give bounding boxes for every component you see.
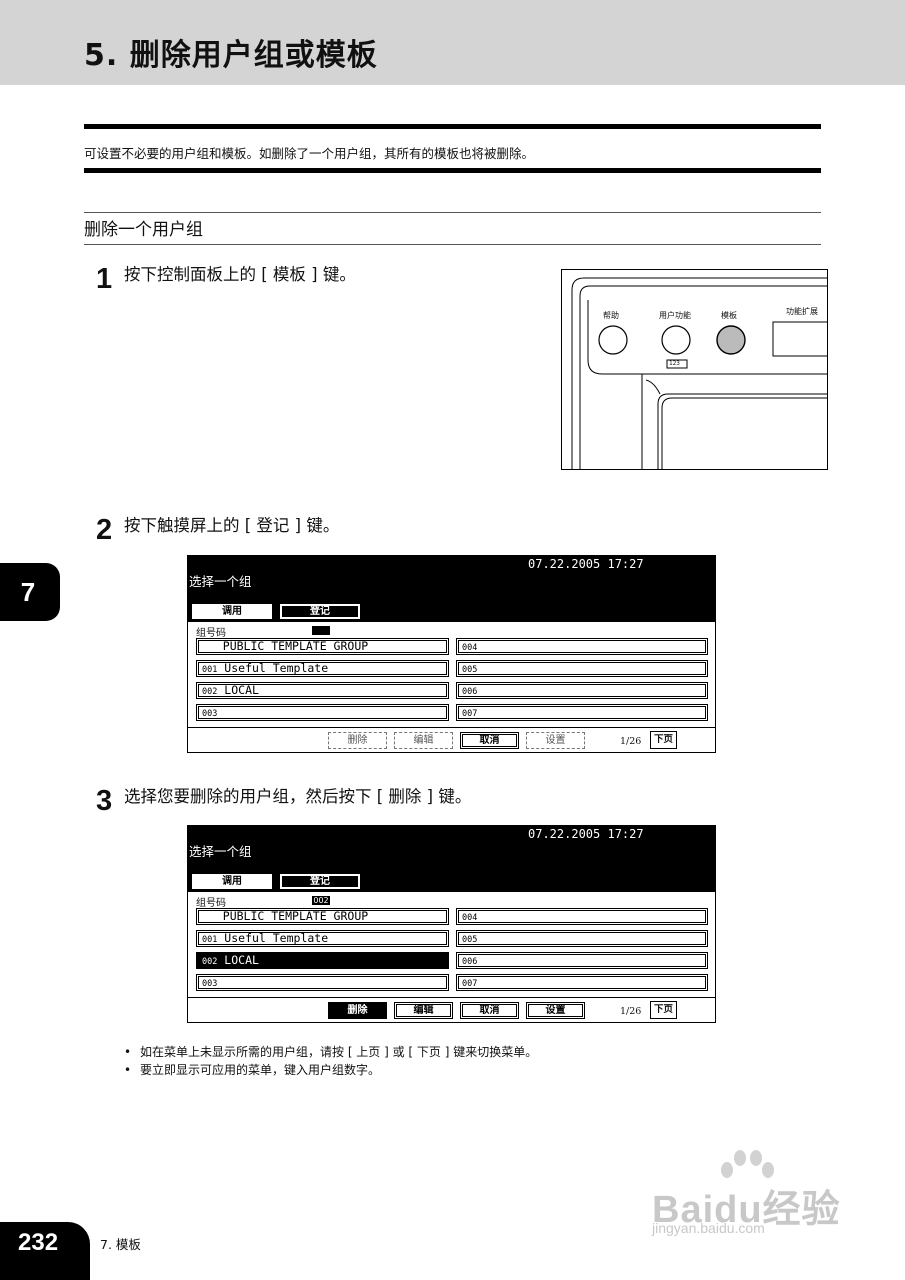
step-text: 选择您要删除的用户组，然后按下 [ 删除 ] 键。 xyxy=(124,787,472,806)
group-row[interactable]: 005 xyxy=(456,930,708,947)
group-row[interactable]: 004 xyxy=(456,908,708,925)
page-indicator: 1/26 xyxy=(620,736,642,747)
chapter-tab: 7 xyxy=(0,563,60,621)
divider xyxy=(84,212,821,213)
user-functions-key-label: 用户功能 xyxy=(659,311,691,320)
group-code-field: 002 xyxy=(312,896,330,905)
step-number: 2 xyxy=(96,514,113,546)
edit-button[interactable]: 编辑 xyxy=(394,732,453,749)
datetime: 07.22.2005 17:27 xyxy=(528,827,644,841)
group-code-field xyxy=(312,626,330,635)
group-row[interactable]: 007 xyxy=(456,704,708,721)
group-row[interactable]: 005 xyxy=(456,660,708,677)
tab-recall[interactable]: 调用 xyxy=(191,873,273,890)
group-code-label: 组号码 xyxy=(196,898,226,909)
divider xyxy=(188,727,715,728)
step-number: 1 xyxy=(96,263,113,295)
group-row[interactable]: PUBLIC TEMPLATE GROUP xyxy=(196,908,449,925)
step-text: 按下触摸屏上的 [ 登记 ] 键。 xyxy=(124,516,340,535)
divider xyxy=(84,244,821,245)
template-key-label: 模板 xyxy=(721,311,737,320)
control-panel-drawing xyxy=(571,277,827,469)
page-title: 5. 删除用户组或模板 xyxy=(84,38,378,73)
screen-title: 选择一个组 xyxy=(189,844,252,859)
group-row[interactable]: 001 Useful Template xyxy=(196,930,449,947)
group-row[interactable]: 006 xyxy=(456,682,708,699)
group-row[interactable]: 006 xyxy=(456,952,708,969)
tab-register[interactable]: 登记 xyxy=(279,603,361,620)
screen-header: 07.22.2005 17:27 选择一个组 调用 登记 xyxy=(188,826,715,892)
note-item: 如在菜单上未显示所需的用户组，请按 [ 上页 ] 或 [ 下页 ] 键来切换菜单… xyxy=(124,1043,537,1061)
set-button[interactable]: 设置 xyxy=(526,732,585,749)
page-header: 5. 删除用户组或模板 xyxy=(0,0,905,85)
next-page-button[interactable]: 下页 xyxy=(650,731,677,749)
next-page-button[interactable]: 下页 xyxy=(650,1001,677,1019)
divider xyxy=(84,124,821,129)
help-key-label: 帮助 xyxy=(603,311,619,320)
set-button[interactable]: 设置 xyxy=(526,1002,585,1019)
watermark-logo: Baidu经验 jingyan.baidu.com xyxy=(652,1150,852,1250)
delete-button[interactable]: 删除 xyxy=(328,1002,387,1019)
group-row[interactable]: 004 xyxy=(456,638,708,655)
page-number: 232 xyxy=(0,1222,90,1280)
note-item: 要立即显示可应用的菜单，键入用户组数字。 xyxy=(124,1061,537,1079)
step-text: 按下控制面板上的 [ 模板 ] 键。 xyxy=(124,265,356,284)
page-indicator: 1/26 xyxy=(620,1006,642,1017)
delete-button[interactable]: 删除 xyxy=(328,732,387,749)
touchscreen-delete: 07.22.2005 17:27 选择一个组 调用 登记 组号码 002 PUB… xyxy=(187,825,716,1023)
footer-chapter: 7. 模板 xyxy=(100,1237,141,1252)
group-row-selected[interactable]: 002 LOCAL xyxy=(196,952,449,969)
group-row[interactable]: 003 xyxy=(196,974,449,991)
section-title: 删除一个用户组 xyxy=(84,220,203,240)
divider xyxy=(84,168,821,173)
control-panel-illustration: 帮助 用户功能 123 模板 功能扩展 xyxy=(561,269,828,470)
datetime: 07.22.2005 17:27 xyxy=(528,557,644,571)
screen-title: 选择一个组 xyxy=(189,574,252,589)
intro-text: 可设置不必要的用户组和模板。如删除了一个用户组，其所有的模板也将被删除。 xyxy=(84,146,535,161)
cancel-button[interactable]: 取消 xyxy=(460,732,519,749)
group-row[interactable]: PUBLIC TEMPLATE GROUP xyxy=(196,638,449,655)
notes-list: 如在菜单上未显示所需的用户组，请按 [ 上页 ] 或 [ 下页 ] 键来切换菜单… xyxy=(124,1043,537,1079)
group-row[interactable]: 002 LOCAL xyxy=(196,682,449,699)
step-number: 3 xyxy=(96,785,113,817)
user-functions-sub-label: 123 xyxy=(669,360,680,367)
group-row[interactable]: 007 xyxy=(456,974,708,991)
group-row[interactable]: 001 Useful Template xyxy=(196,660,449,677)
group-row[interactable]: 003 xyxy=(196,704,449,721)
screen-header: 07.22.2005 17:27 选择一个组 调用 登记 xyxy=(188,556,715,622)
edit-button[interactable]: 编辑 xyxy=(394,1002,453,1019)
group-code-label: 组号码 xyxy=(196,628,226,639)
tab-register[interactable]: 登记 xyxy=(279,873,361,890)
touchscreen-register: 07.22.2005 17:27 选择一个组 调用 登记 组号码 PUBLIC … xyxy=(187,555,716,753)
tab-recall[interactable]: 调用 xyxy=(191,603,273,620)
watermark-url: jingyan.baidu.com xyxy=(652,1220,765,1236)
cancel-button[interactable]: 取消 xyxy=(460,1002,519,1019)
function-expansion-label: 功能扩展 xyxy=(786,307,818,316)
divider xyxy=(188,997,715,998)
